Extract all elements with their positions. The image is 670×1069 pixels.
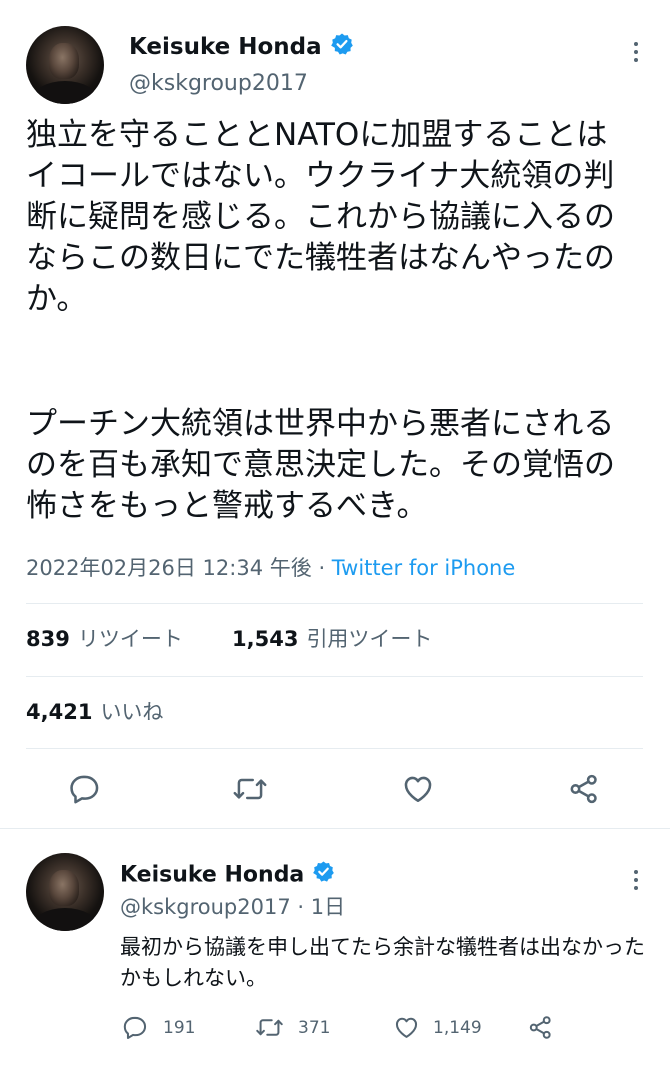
- author-handle[interactable]: @kskgroup2017: [129, 70, 308, 98]
- author-avatar[interactable]: [26, 26, 104, 104]
- author-name[interactable]: Keisuke Honda: [129, 32, 354, 63]
- tweet-meta: 2022年02月26日 12:34 午後 · Twitter for iPhon…: [26, 554, 515, 582]
- reply-author-avatar[interactable]: [26, 853, 104, 931]
- retweet-count: 371: [298, 1017, 331, 1038]
- section-divider: [0, 828, 670, 829]
- retweets-label: リツイート: [77, 627, 183, 651]
- tweet-source-link[interactable]: Twitter for iPhone: [332, 556, 516, 580]
- divider: [26, 676, 643, 677]
- like-icon[interactable]: [400, 772, 436, 806]
- reply-author-handle[interactable]: @kskgroup2017: [120, 895, 291, 919]
- retweets-count: 839: [26, 627, 70, 651]
- author-name-text: Keisuke Honda: [129, 34, 322, 60]
- avatar-face: [49, 870, 80, 907]
- verified-badge-icon: [330, 32, 354, 63]
- retweet-icon: [255, 1014, 284, 1041]
- quotes-stat[interactable]: 1,543 引用ツイート: [232, 625, 432, 653]
- avatar-shoulders: [32, 80, 98, 104]
- reply-author-name-text: Keisuke Honda: [120, 862, 305, 888]
- divider: [26, 603, 643, 604]
- reply-icon: [122, 1014, 149, 1041]
- quotes-count: 1,543: [232, 627, 299, 651]
- tweet-text-paragraph-1: 独立を守ることとNATOに加盟することはイコールではない。ウクライナ大統領の判断…: [26, 117, 615, 317]
- verified-badge-icon: [312, 860, 335, 891]
- more-options-icon[interactable]: [634, 42, 638, 62]
- meta-separator: ·: [311, 556, 332, 580]
- divider: [26, 748, 643, 749]
- likes-count: 4,421: [26, 700, 93, 724]
- quotes-label: 引用ツイート: [306, 627, 433, 651]
- avatar-face: [49, 43, 80, 80]
- likes-stat[interactable]: 4,421 いいね: [26, 698, 163, 726]
- reply-retweet-action[interactable]: 371: [255, 1014, 330, 1041]
- likes-label: いいね: [100, 700, 164, 724]
- reply-count: 191: [163, 1017, 196, 1038]
- like-icon: [392, 1014, 421, 1041]
- reply-more-options-icon[interactable]: [634, 870, 638, 890]
- retweets-stat[interactable]: 839 リツイート: [26, 625, 183, 653]
- reply-author-meta: @kskgroup2017 · 1日: [120, 893, 345, 921]
- tweet-timestamp[interactable]: 2022年02月26日 12:34 午後: [26, 556, 312, 580]
- reply-author-name[interactable]: Keisuke Honda: [120, 860, 335, 891]
- reply-reply-action[interactable]: 191: [122, 1014, 195, 1041]
- like-count: 1,149: [433, 1017, 482, 1038]
- retweet-icon[interactable]: [232, 772, 268, 806]
- reply-like-action[interactable]: 1,149: [392, 1014, 482, 1041]
- reply-icon[interactable]: [68, 772, 102, 806]
- share-icon[interactable]: [566, 772, 602, 806]
- tweet-text-paragraph-2: プーチン大統領は世界中から悪者にされるのを百も承知で意思決定した。その覚悟の怖さ…: [26, 406, 615, 524]
- reply-text: 最初から協議を申し出てたら余計な犠牲者は出なかったかもしれない。: [120, 935, 645, 990]
- reply-share-icon[interactable]: [526, 1014, 555, 1041]
- reply-age[interactable]: · 1日: [297, 895, 345, 919]
- avatar-shoulders: [32, 907, 98, 931]
